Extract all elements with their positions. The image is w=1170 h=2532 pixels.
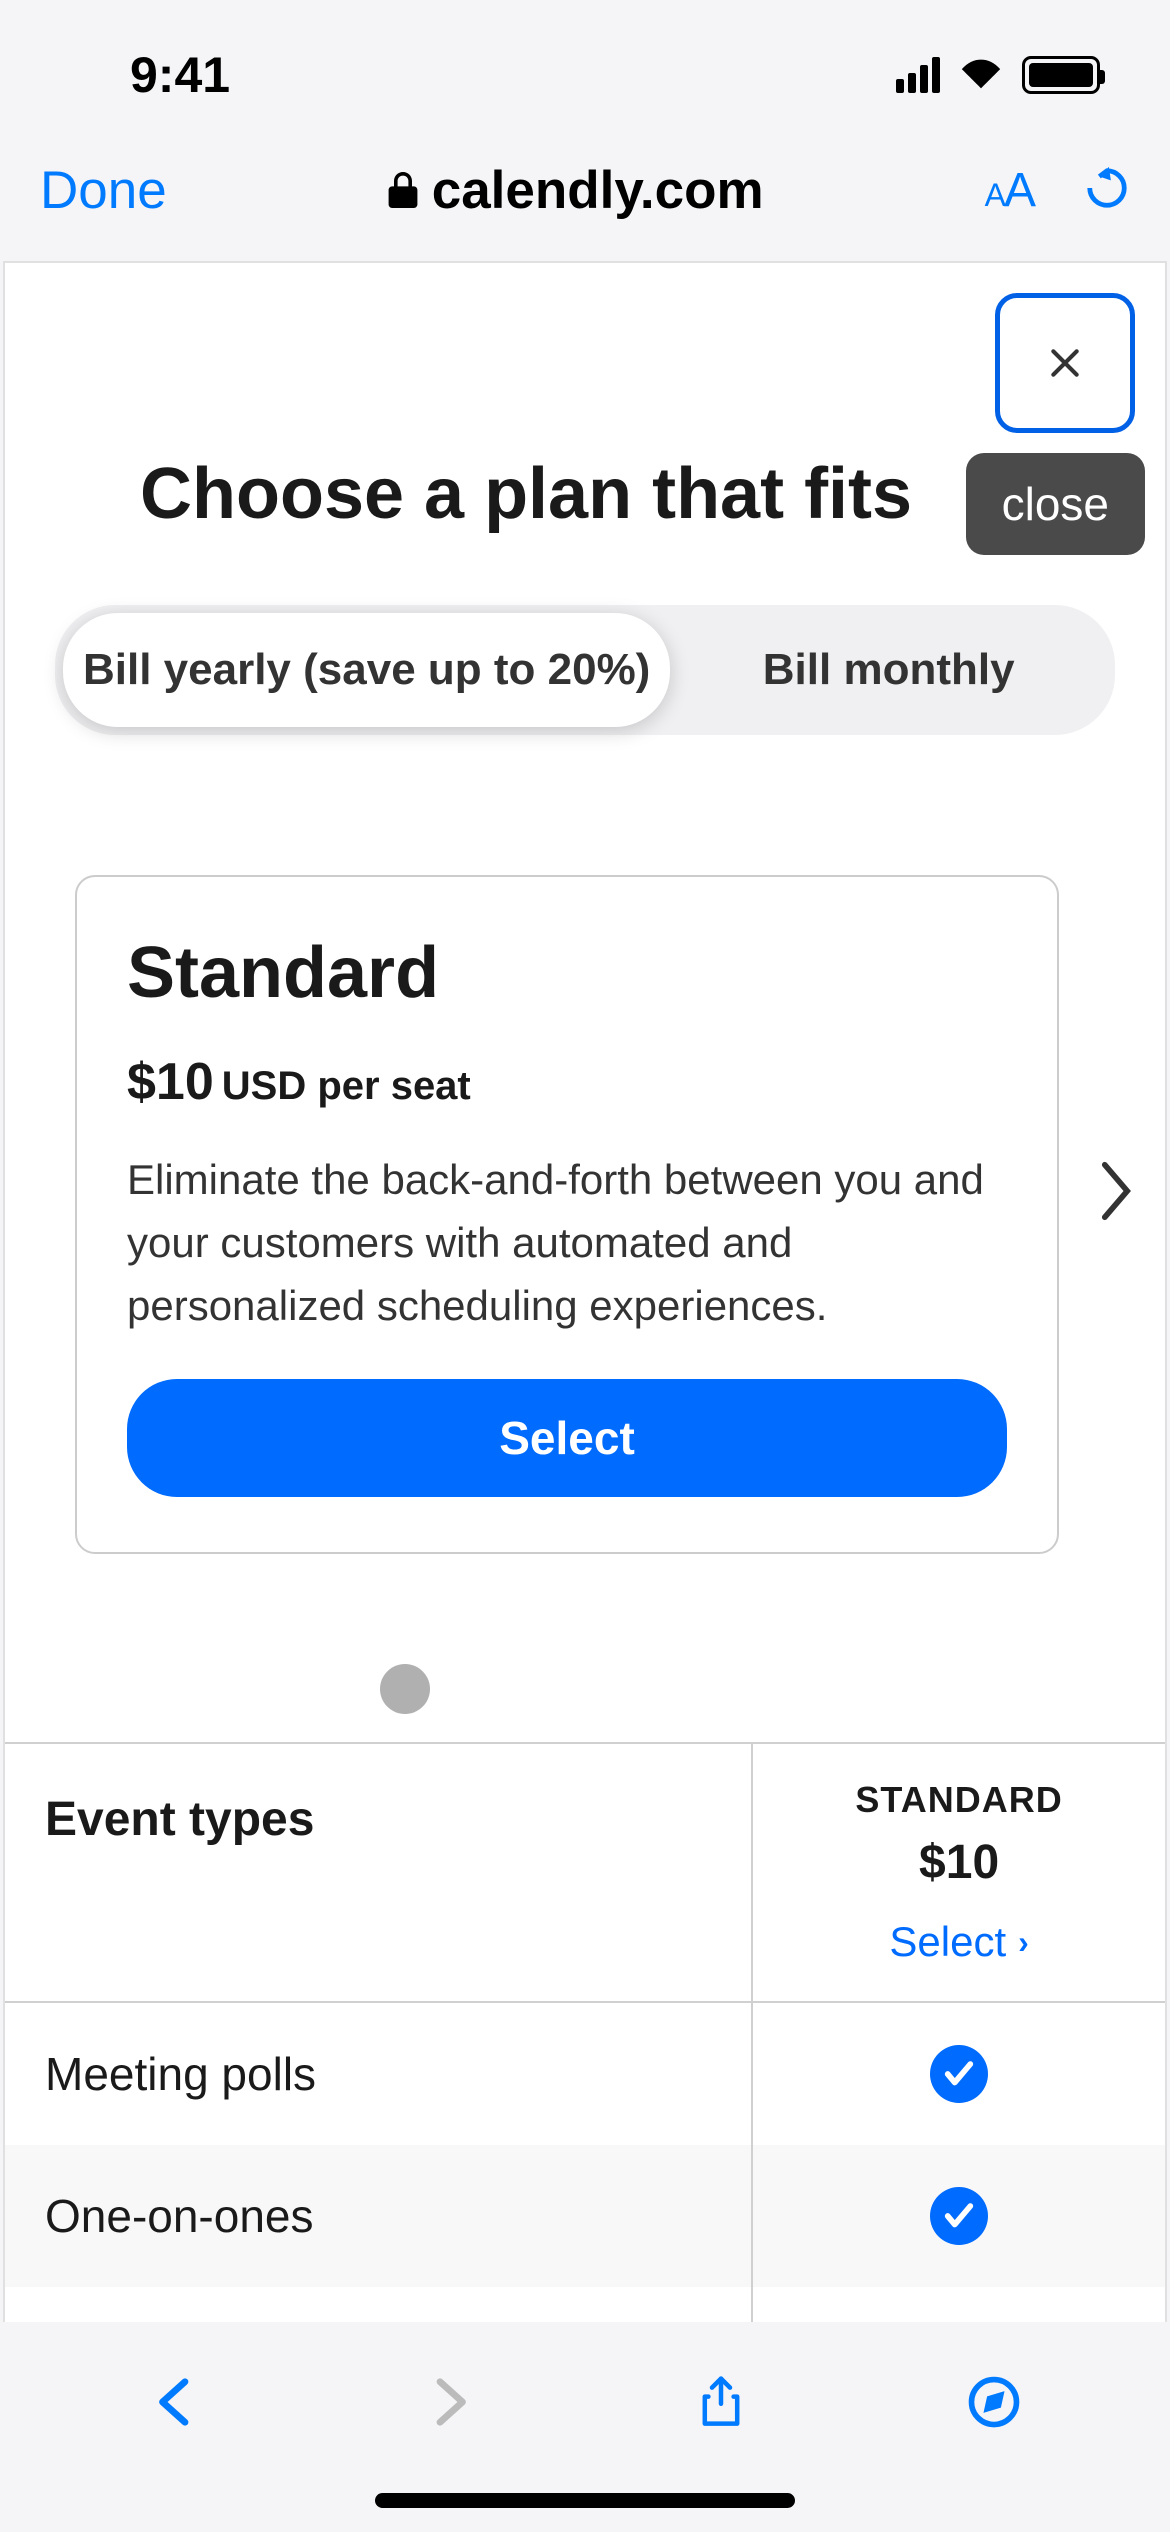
table-row: Meeting polls <box>5 2003 1165 2145</box>
carousel-next-button[interactable] <box>1097 1161 1135 1235</box>
close-button[interactable] <box>995 293 1135 433</box>
close-tooltip: close <box>966 453 1145 555</box>
plan-price-unit: USD per seat <box>222 1064 471 1109</box>
wifi-icon <box>958 55 1004 96</box>
page-content: close Choose a plan that fits Bill yearl… <box>3 261 1167 2331</box>
close-icon <box>1045 343 1085 383</box>
chevron-left-icon <box>149 2375 203 2429</box>
home-indicator <box>375 2493 795 2508</box>
status-time: 9:41 <box>130 46 230 104</box>
chevron-right-icon <box>422 2375 476 2429</box>
compass-icon <box>967 2375 1021 2429</box>
feature-label: One-on-ones <box>5 2145 753 2287</box>
chevron-right-icon <box>1097 1161 1135 1221</box>
select-plan-button[interactable]: Select <box>127 1379 1007 1497</box>
table-plan-header: STANDARD $10 Select › <box>753 1744 1165 2001</box>
table-plan-name: STANDARD <box>855 1779 1062 1821</box>
chevron-right-icon: › <box>1018 1924 1029 1961</box>
share-button[interactable] <box>691 2372 751 2432</box>
table-section-header: Event types <box>5 1744 753 2001</box>
plan-price: $10 USD per seat <box>127 1052 1007 1112</box>
plan-card-standard: Standard $10 USD per seat Eliminate the … <box>75 875 1059 1554</box>
status-icons <box>896 55 1100 96</box>
check-icon <box>930 2187 988 2245</box>
done-button[interactable]: Done <box>40 160 167 221</box>
status-bar: 9:41 <box>0 0 1170 140</box>
feature-table: Event types STANDARD $10 Select › Meetin… <box>5 1742 1165 2331</box>
table-row: One-on-ones <box>5 2145 1165 2287</box>
toggle-yearly[interactable]: Bill yearly (save up to 20%) <box>63 613 670 727</box>
carousel-indicator <box>380 1664 430 1714</box>
table-select-button[interactable]: Select › <box>889 1918 1028 1966</box>
feature-included <box>753 2003 1165 2145</box>
feature-included <box>753 2145 1165 2287</box>
forward-button <box>419 2372 479 2432</box>
toggle-monthly[interactable]: Bill monthly <box>670 613 1107 727</box>
signal-icon <box>896 57 940 93</box>
url-display[interactable]: calendly.com <box>388 160 764 221</box>
battery-icon <box>1022 56 1100 94</box>
back-button[interactable] <box>146 2372 206 2432</box>
table-plan-price: $10 <box>919 1835 999 1890</box>
plan-name: Standard <box>127 932 1007 1014</box>
text-size-button[interactable]: AA <box>985 163 1034 218</box>
table-select-label: Select <box>889 1918 1006 1966</box>
table-header-row: Event types STANDARD $10 Select › <box>5 1744 1165 2003</box>
share-icon <box>694 2375 748 2429</box>
check-icon <box>930 2045 988 2103</box>
billing-toggle: Bill yearly (save up to 20%) Bill monthl… <box>55 605 1115 735</box>
plan-carousel: Standard $10 USD per seat Eliminate the … <box>5 735 1165 1554</box>
safari-button[interactable] <box>964 2372 1024 2432</box>
feature-label: Meeting polls <box>5 2003 753 2145</box>
plan-description: Eliminate the back-and-forth between you… <box>127 1148 1007 1337</box>
lock-icon <box>388 160 418 221</box>
refresh-button[interactable] <box>1084 165 1130 216</box>
plan-price-amount: $10 <box>127 1052 214 1112</box>
browser-chrome: Done calendly.com AA <box>0 140 1170 261</box>
url-text: calendly.com <box>432 160 764 221</box>
